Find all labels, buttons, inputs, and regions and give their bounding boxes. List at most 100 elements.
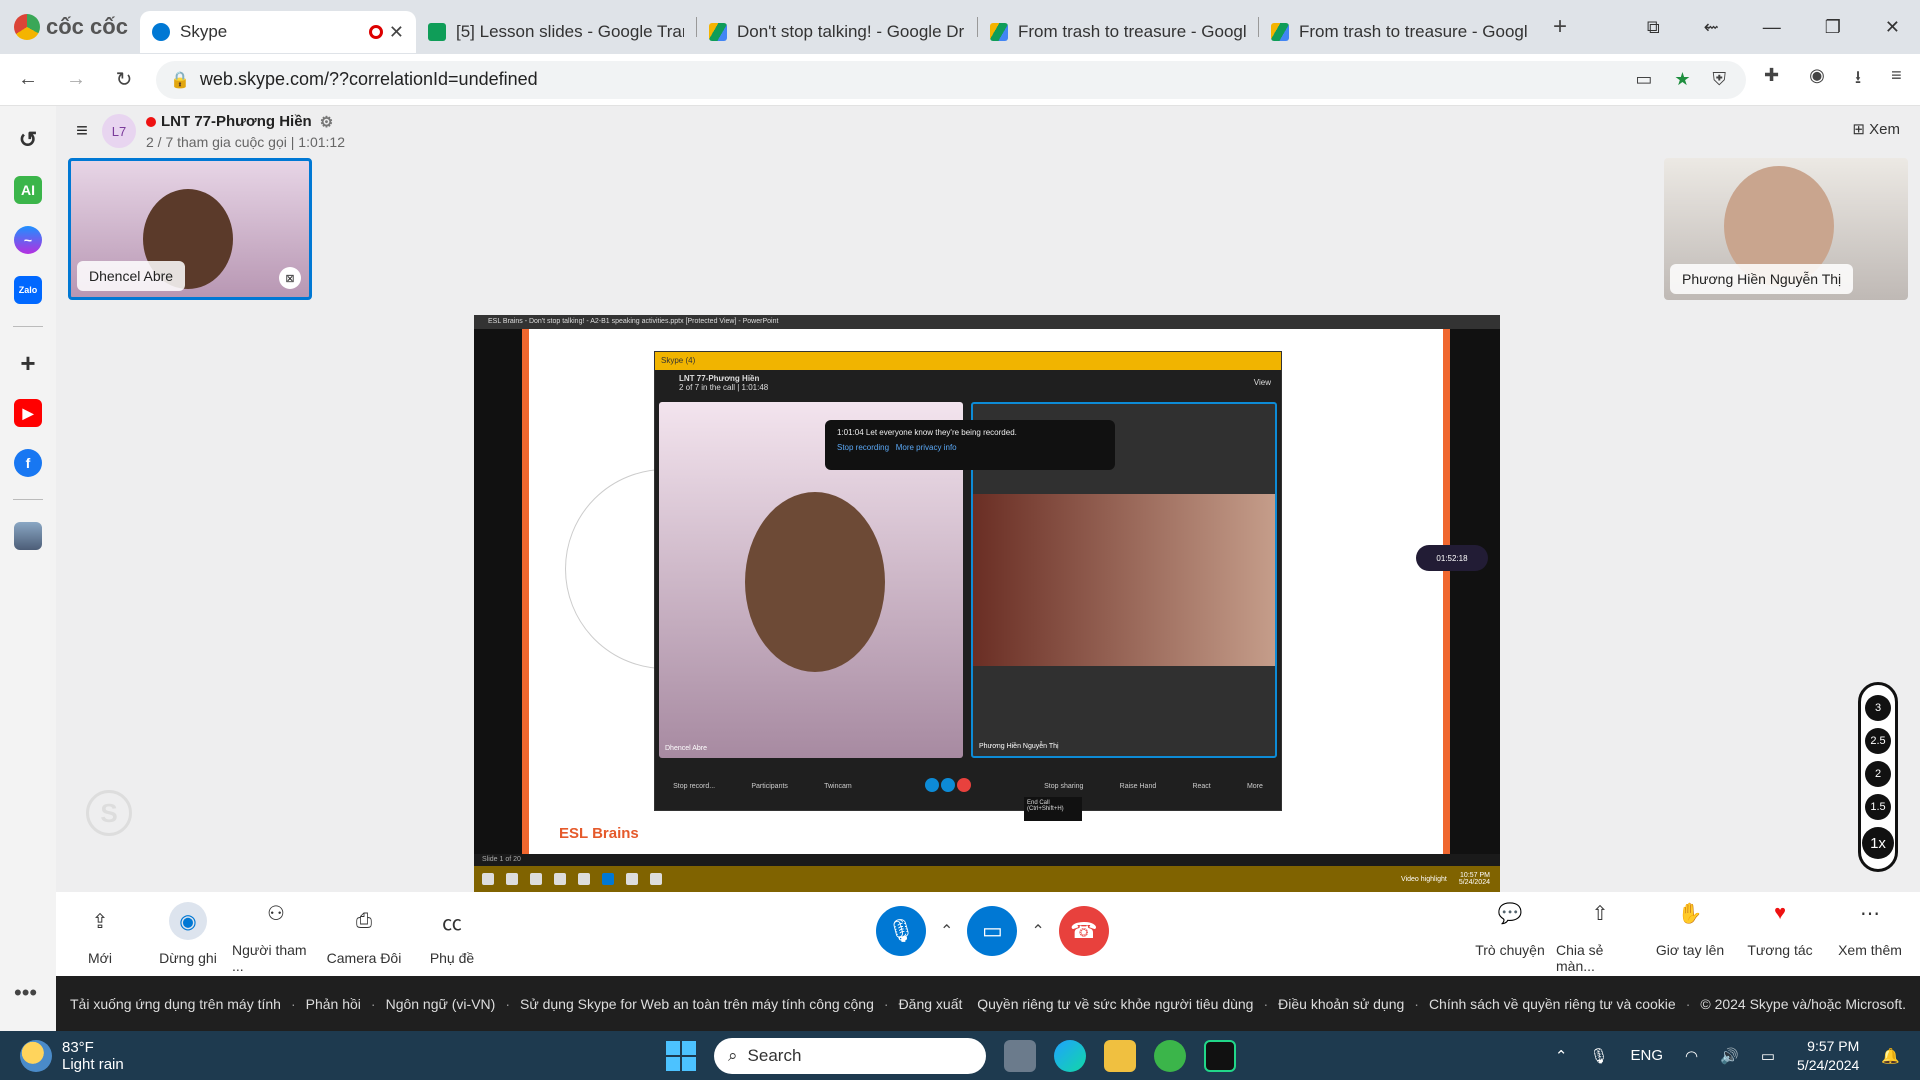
more-dots-icon[interactable]: •••: [14, 980, 37, 1006]
tab-trash-treasure-1[interactable]: From trash to treasure - Google: [978, 11, 1258, 53]
mic-tray-icon[interactable]: 🎙: [1589, 1047, 1608, 1065]
close-icon[interactable]: ✕: [389, 22, 404, 43]
new-button[interactable]: ⇪ Mới: [56, 902, 144, 967]
language-indicator[interactable]: ENG: [1631, 1047, 1664, 1064]
skype-icon: [602, 873, 614, 885]
end-call-button[interactable]: ☎: [1058, 906, 1109, 956]
raise-hand-button[interactable]: ✋ Giơ tay lên: [1646, 894, 1734, 974]
battery-icon[interactable]: ▭: [1761, 1047, 1775, 1065]
wifi-icon[interactable]: ◠: [1685, 1047, 1698, 1065]
tab-lesson-slides[interactable]: [5] Lesson slides - Google Trang: [416, 11, 696, 53]
facebook-icon[interactable]: f: [14, 449, 42, 477]
camera-permission-icon[interactable]: ▭: [1635, 69, 1652, 90]
footer-link[interactable]: Sử dụng Skype for Web an toàn trên máy t…: [520, 996, 874, 1012]
call-title[interactable]: LNT 77-Phương Hiền ⚙: [146, 113, 345, 131]
mic-options-chevron-icon[interactable]: ⌃: [940, 921, 953, 941]
windows-start-icon[interactable]: [666, 1041, 696, 1071]
browser-brand[interactable]: cốc cốc: [0, 14, 140, 40]
speed-2[interactable]: 2: [1865, 760, 1891, 787]
footer-link[interactable]: Tải xuống ứng dụng trên máy tính: [70, 996, 281, 1012]
footer-link[interactable]: Đăng xuất: [899, 996, 963, 1012]
forward-icon[interactable]: →: [56, 68, 96, 91]
reload-icon[interactable]: ↻: [104, 67, 144, 92]
game-app-icon[interactable]: [14, 522, 42, 550]
record-icon: ◉: [169, 902, 207, 940]
back-icon[interactable]: ←: [8, 68, 48, 91]
history-icon[interactable]: ↺: [14, 126, 42, 154]
restore-icon[interactable]: ❐: [1825, 17, 1841, 38]
twin-camera-button[interactable]: ⎙ Camera Đôi: [320, 902, 408, 967]
video-icon: [940, 778, 955, 792]
participant-name: Dhencel Abre: [77, 261, 186, 291]
close-window-icon[interactable]: ✕: [1885, 17, 1900, 38]
pycharm-icon[interactable]: [1204, 1040, 1236, 1072]
url-field[interactable]: 🔒 web.skype.com/??correlationId=undefine…: [156, 60, 1746, 99]
bookmark-star-icon[interactable]: ★: [1674, 69, 1690, 90]
tab-skype[interactable]: Skype ✕: [140, 11, 416, 53]
participant-tile-dhencel[interactable]: Dhencel Abre ⊠: [68, 158, 312, 300]
extensions-icon[interactable]: ✚: [1764, 65, 1779, 95]
tab-trash-treasure-2[interactable]: From trash to treasure - Google: [1259, 11, 1539, 53]
notification-bell-icon[interactable]: 🔔: [1881, 1047, 1900, 1065]
shield-icon[interactable]: ⛨: [1713, 69, 1727, 90]
ai-assistant-icon[interactable]: AI: [14, 176, 42, 204]
youtube-icon[interactable]: ▶: [14, 399, 42, 427]
group-avatar[interactable]: L7: [102, 114, 136, 148]
add-icon[interactable]: +: [14, 348, 42, 378]
messenger-icon[interactable]: ~: [14, 226, 42, 254]
slide-brand: ESL Brains: [559, 825, 639, 842]
footer-link[interactable]: Ngôn ngữ (vi-VN): [386, 996, 496, 1012]
tab-dont-stop-talking[interactable]: Don't stop talking! - Google Dri: [697, 11, 977, 53]
video-button[interactable]: ▭: [967, 906, 1018, 956]
participants-button[interactable]: ⚇ Người tham ...: [232, 894, 320, 975]
speed-1-5[interactable]: 1.5: [1865, 794, 1891, 821]
view-button[interactable]: ⊞ Xem: [1852, 120, 1900, 138]
participant-tile-phuong-hien[interactable]: Phương Hiền Nguyễn Thị: [1664, 158, 1908, 300]
edge-icon[interactable]: [1054, 1040, 1086, 1072]
hamburger-menu-icon[interactable]: ≡: [62, 120, 102, 143]
stop-recording-button[interactable]: ◉ Dừng ghi: [144, 902, 232, 966]
speed-3[interactable]: 3: [1865, 694, 1891, 721]
camera-off-icon[interactable]: ⊠: [279, 267, 301, 289]
recording-dot-icon: [146, 116, 156, 127]
download-icon[interactable]: ⭳: [1855, 65, 1861, 95]
footer-link[interactable]: Phản hồi: [306, 996, 361, 1012]
lock-icon[interactable]: 🔒: [170, 70, 190, 90]
volume-icon[interactable]: 🔊: [1720, 1047, 1739, 1065]
sidebar-toggle-icon[interactable]: ⇜: [1704, 17, 1719, 38]
chat-button[interactable]: 💬 Trò chuyện: [1466, 894, 1554, 974]
inner-control: Stop record...: [673, 782, 716, 790]
coccoc-browser-icon[interactable]: [1154, 1040, 1186, 1072]
taskbar-search[interactable]: ⌕ Search: [714, 1038, 986, 1074]
speed-2-5[interactable]: 2.5: [1865, 727, 1891, 754]
speed-1x[interactable]: 1x: [1862, 827, 1894, 860]
footer-link[interactable]: Điều khoản sử dụng: [1278, 996, 1404, 1012]
react-button[interactable]: ♥ Tương tác: [1736, 894, 1824, 974]
footer-link[interactable]: Quyền riêng tư về sức khỏe người tiêu dù…: [977, 996, 1253, 1012]
tray-chevron-icon[interactable]: ⌃: [1555, 1047, 1568, 1065]
weather-widget[interactable]: 83°F Light rain: [0, 1039, 124, 1073]
more-button[interactable]: ⋯ Xem thêm: [1826, 894, 1914, 974]
center-controls: 🎙 ⌃ ▭ ⌃ ☎: [876, 906, 1109, 956]
new-tab-icon[interactable]: +: [1553, 13, 1567, 41]
copyright-text: © 2024 Skype và/hoặc Microsoft.: [1700, 995, 1906, 1012]
menu-icon[interactable]: ≡: [1891, 65, 1902, 95]
video-options-chevron-icon[interactable]: ⌃: [1031, 921, 1044, 941]
end-call-tooltip: End Call (Ctrl+Shift+H): [1024, 797, 1082, 821]
microphone-button[interactable]: 🎙: [876, 906, 926, 956]
settings-gear-icon[interactable]: ⚙: [320, 113, 333, 131]
share-screen-button[interactable]: ⇧ Chia sẻ màn...: [1556, 894, 1644, 975]
file-explorer-icon[interactable]: [1104, 1040, 1136, 1072]
clock[interactable]: 9:57 PM 5/24/2024: [1797, 1037, 1859, 1075]
tab-title: [5] Lesson slides - Google Trang: [456, 22, 684, 41]
tab-search-icon[interactable]: ⧉: [1647, 17, 1660, 38]
minimize-icon[interactable]: —: [1763, 17, 1781, 38]
task-view-icon[interactable]: [1004, 1040, 1036, 1072]
powerpoint-titlebar: ESL Brains - Don't stop talking! - A2-B1…: [474, 315, 1500, 329]
zalo-icon[interactable]: Zalo: [14, 276, 42, 304]
call-controls-bar: ⇪ Mới ◉ Dừng ghi ⚇ Người tham ... ⎙ Camera Đ…: [56, 892, 1920, 976]
temperature: 83°F: [62, 1038, 94, 1056]
profile-icon[interactable]: ◉: [1809, 65, 1825, 95]
captions-button[interactable]: ㏄ Phụ đề: [408, 902, 496, 967]
footer-link[interactable]: Chính sách về quyền riêng tư và cookie: [1429, 996, 1676, 1012]
